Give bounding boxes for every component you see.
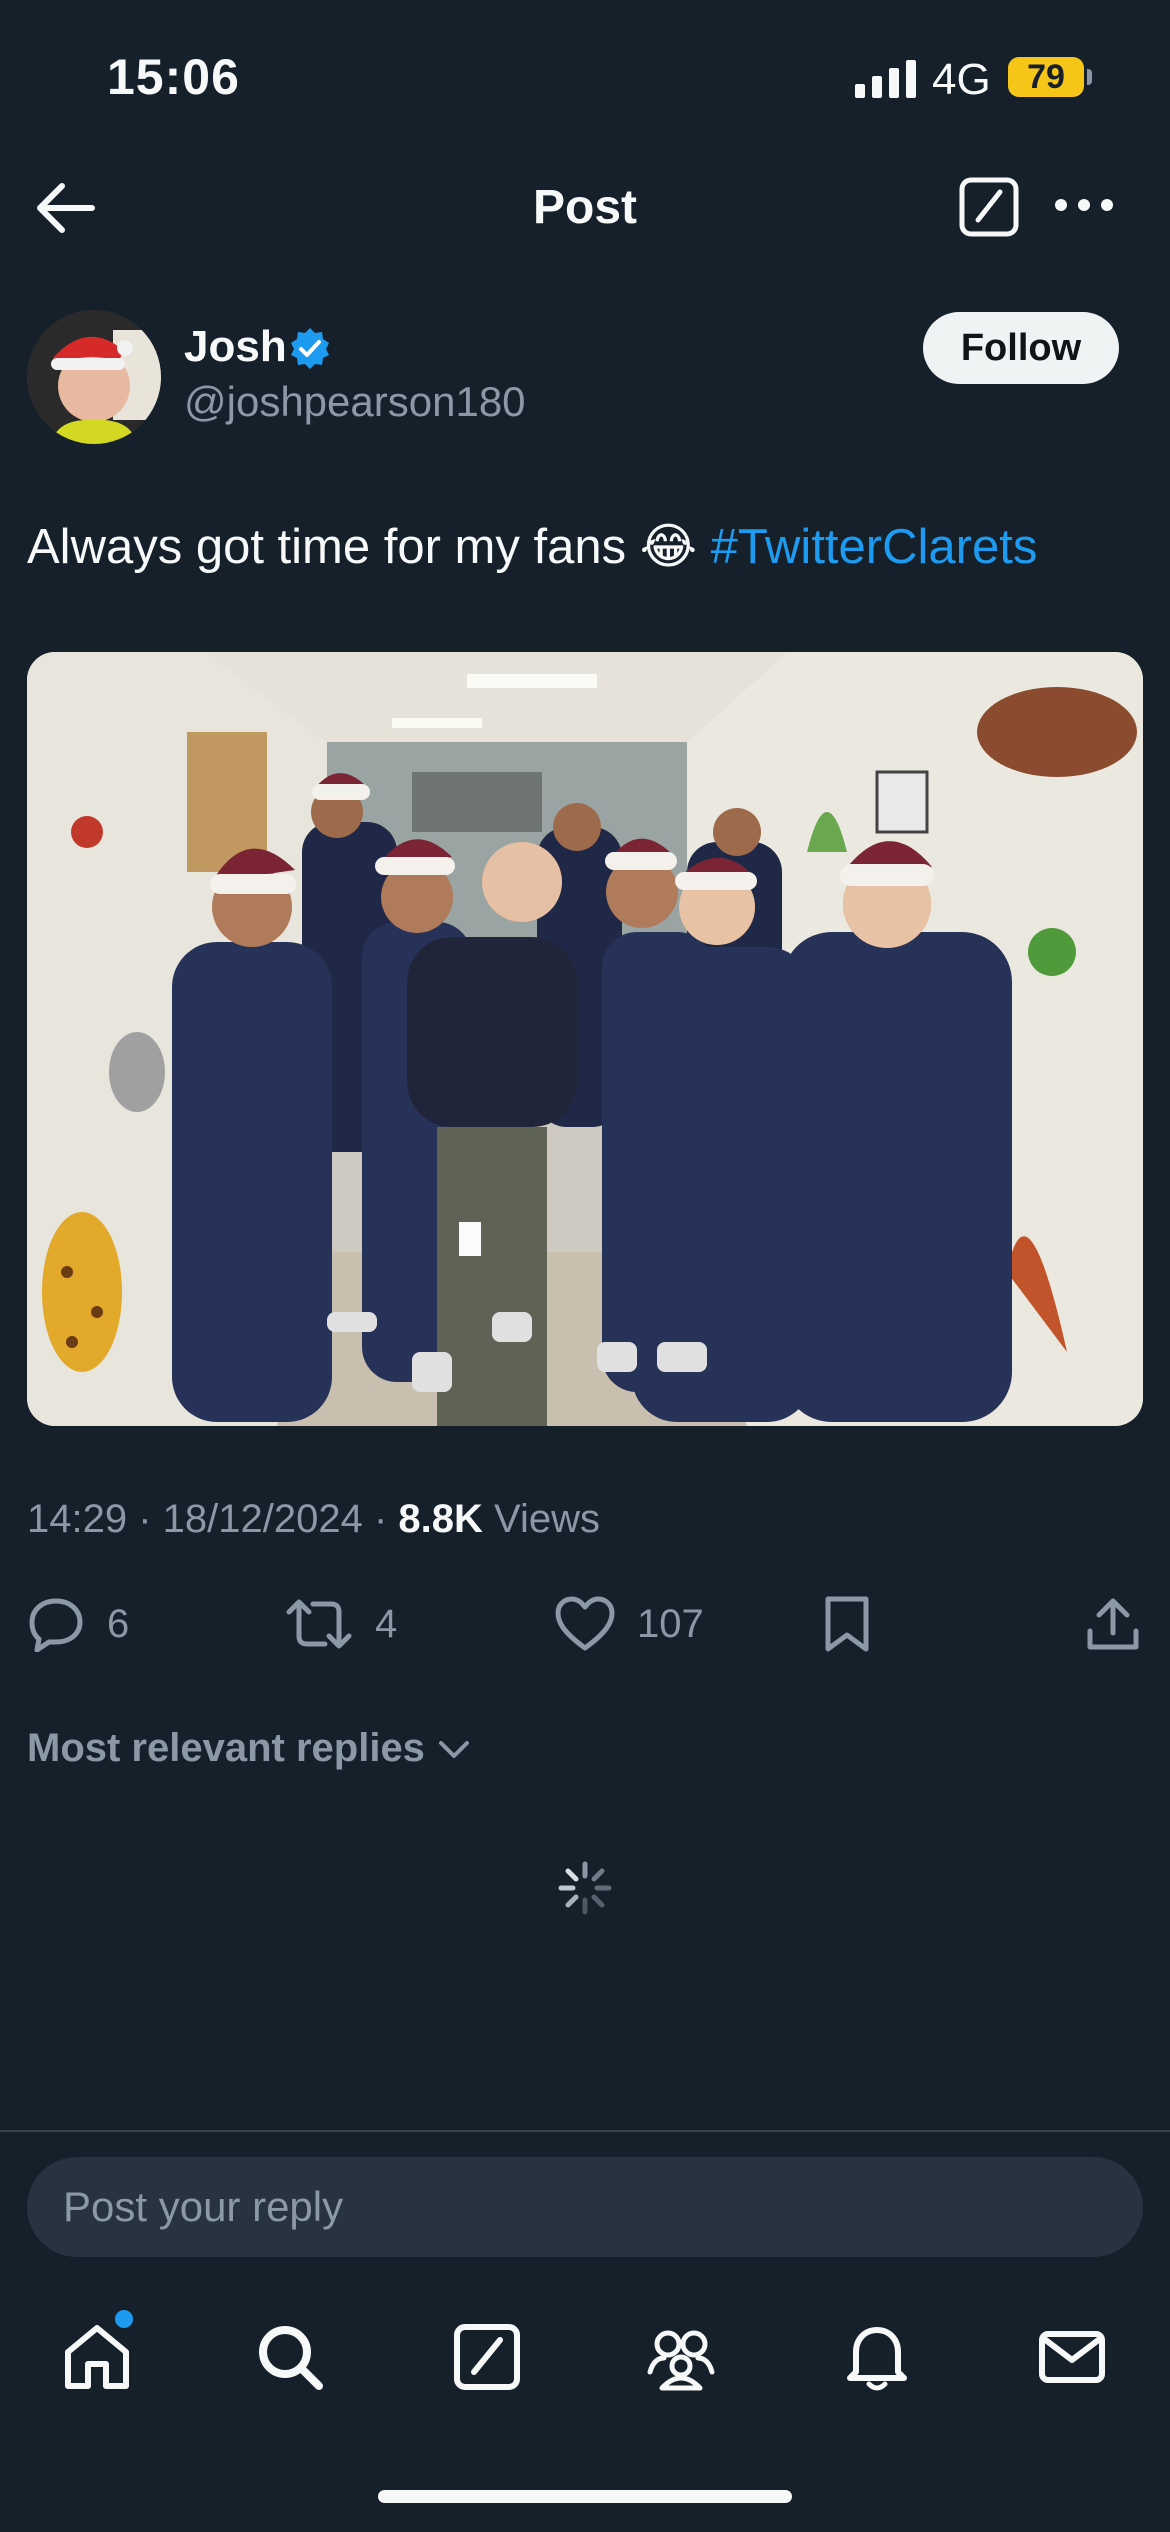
tweet-date: 18/12/2024 [162,1497,363,1541]
reply-button[interactable]: 6 [27,1594,129,1654]
share-icon [1087,1598,1139,1650]
tweet-photo[interactable] [27,652,1143,1426]
more-options-icon[interactable] [1052,190,1116,220]
search-icon[interactable] [255,2322,325,2392]
avatar[interactable] [27,310,161,444]
loading-spinner-icon [558,1861,612,1915]
grok-icon[interactable] [452,2322,522,2392]
grok-icon[interactable] [958,176,1020,238]
messages-icon[interactable] [1037,2322,1107,2392]
chevron-down-icon [438,1740,469,1758]
status-time: 15:06 [107,49,240,105]
heart-icon [555,1596,615,1651]
retweet-count: 4 [375,1601,398,1646]
notifications-icon[interactable] [842,2322,912,2392]
verified-badge-icon [291,328,329,369]
share-button[interactable] [1085,1594,1141,1654]
bookmark-icon [825,1596,869,1652]
views-label: Views [494,1497,601,1541]
like-count: 107 [637,1601,704,1646]
follow-button[interactable]: Follow [923,312,1119,384]
signal-icon [855,58,916,98]
author-handle[interactable]: @joshpearson180 [184,378,526,426]
divider [0,2130,1170,2132]
retweet-icon [286,1599,352,1649]
tweet-text: Always got time for my fans 😂 #TwitterCl… [27,518,1037,575]
hashtag-link[interactable]: #TwitterClarets [711,520,1038,574]
like-button[interactable]: 107 [555,1594,704,1654]
battery-level: 79 [1008,57,1084,97]
author-name[interactable]: Josh [184,322,287,372]
tweet-meta: 14:29 · 18/12/2024 · 8.8K Views [27,1497,601,1541]
tweet-time: 14:29 [27,1497,128,1541]
bookmark-button[interactable] [823,1594,871,1654]
retweet-button[interactable]: 4 [285,1594,397,1654]
communities-icon[interactable] [646,2322,716,2392]
reply-input[interactable] [27,2157,1143,2257]
tweet-body: Always got time for my fans 😂 [27,520,711,574]
home-icon[interactable] [62,2322,132,2392]
views-count: 8.8K [398,1497,483,1541]
notification-dot [115,2310,133,2328]
replies-sort-dropdown[interactable]: Most relevant replies [27,1726,471,1771]
replies-sort-label: Most relevant replies [27,1726,425,1770]
network-type: 4G [932,55,991,104]
reply-count: 6 [107,1601,130,1646]
reply-icon [29,1598,83,1652]
battery-tip [1087,69,1092,85]
back-arrow-icon[interactable] [30,178,100,238]
home-indicator [378,2490,792,2503]
